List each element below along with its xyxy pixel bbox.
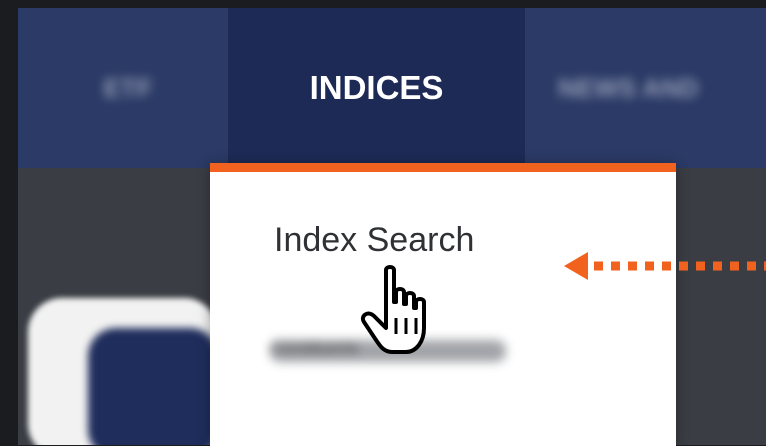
hand-pointer-icon bbox=[361, 265, 426, 354]
top-navigation-bar: ETF INDICES NEWS AND bbox=[18, 8, 766, 168]
nav-item-indices[interactable]: INDICES bbox=[228, 8, 525, 168]
dotted-left-arrow-icon bbox=[564, 252, 766, 280]
background-logo bbox=[88, 328, 218, 445]
indices-dropdown-menu: Index Search Constituents bbox=[210, 163, 676, 446]
nav-item-news[interactable]: NEWS AND bbox=[558, 8, 766, 168]
nav-item-etf[interactable]: ETF bbox=[58, 8, 198, 168]
menu-item-index-search[interactable]: Index Search bbox=[274, 221, 474, 260]
